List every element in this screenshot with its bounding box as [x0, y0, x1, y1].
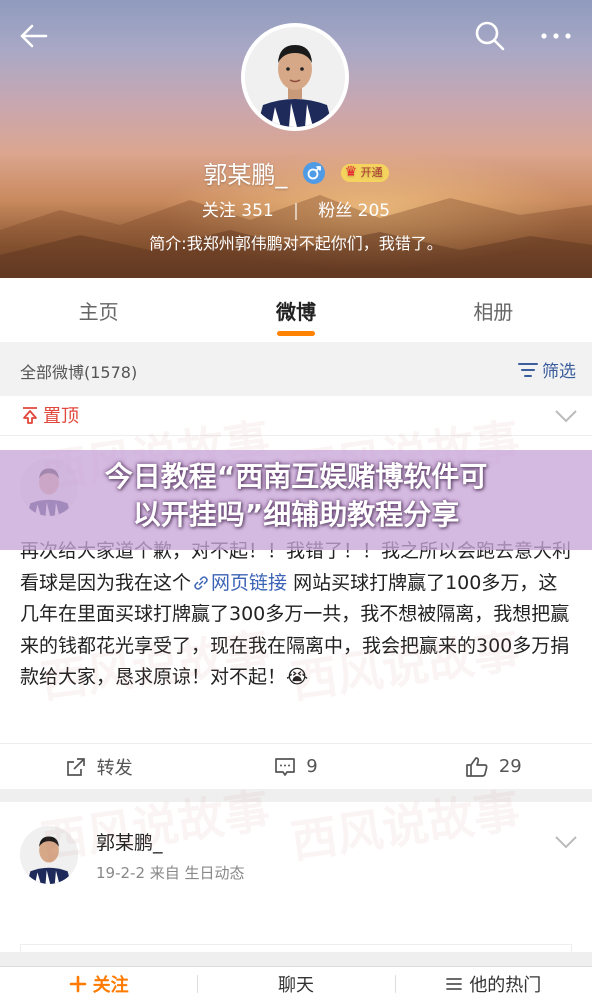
filter-label: 筛选	[542, 362, 576, 382]
search-icon[interactable]	[472, 18, 508, 54]
followers-stat[interactable]: 粉丝 205	[318, 201, 390, 221]
chevron-down-icon[interactable]	[554, 408, 578, 424]
male-gender-icon	[303, 161, 325, 184]
stats-divider: |	[293, 201, 299, 221]
all-posts-label: 全部微博(1578)	[20, 363, 138, 382]
thumbs-up-icon	[466, 756, 488, 777]
followers-label: 粉丝	[318, 201, 353, 221]
post2-meta: 19-2-2 来自 生日动态	[96, 864, 245, 882]
profile-stats: 关注 351 | 粉丝 205	[0, 196, 592, 221]
like-count: 29	[498, 756, 522, 777]
menu-icon	[446, 977, 463, 990]
pinned-tag: 置顶	[20, 402, 79, 428]
overlay-title: 今日教程“西南互娱赌博软件可 以开挂吗”细辅助教程分享	[0, 458, 592, 534]
second-post: 郭某鹏_ 19-2-2 来自 生日动态	[0, 802, 592, 964]
repost-button[interactable]: 转发	[0, 744, 197, 789]
like-button[interactable]: 29	[395, 744, 592, 789]
profile-header: 郭某鹏_ 开通 关注 351 | 粉丝 205 简介:我郑州郭伟鹏对不起你们，我…	[0, 0, 592, 278]
filter-button[interactable]: 筛选	[518, 357, 576, 382]
hot-posts-button[interactable]: 他的热门	[394, 967, 592, 1000]
link-text: 网页链接	[211, 571, 288, 594]
follow-label: 关注	[92, 974, 129, 996]
more-options-icon[interactable]	[538, 18, 574, 54]
followers-count: 205	[357, 201, 391, 221]
tab-home[interactable]: 主页	[0, 278, 197, 342]
following-count: 351	[241, 201, 274, 221]
following-label: 关注	[201, 201, 236, 221]
comment-count: 9	[306, 756, 318, 777]
overlay-title-line1: 今日教程“西南互娱赌博软件可	[104, 460, 488, 493]
link-icon	[194, 575, 208, 590]
chat-button[interactable]: 聊天	[197, 967, 394, 1000]
repost-label: 转发	[96, 757, 133, 779]
profile-name: 郭某鹏_	[203, 161, 288, 189]
web-link[interactable]: 网页链接	[191, 572, 287, 594]
post2-author-avatar[interactable]	[20, 826, 78, 884]
overlay-title-line2: 以开挂吗”细辅助教程分享	[132, 498, 460, 531]
repost-icon	[66, 757, 85, 776]
tab-weibo[interactable]: 微博	[197, 278, 394, 342]
pin-top-icon	[23, 407, 37, 424]
filter-icon	[518, 362, 538, 377]
profile-name-row: 郭某鹏_ 开通	[0, 155, 592, 190]
pinned-label: 置顶	[43, 406, 79, 427]
pinned-header[interactable]: 置顶	[0, 396, 592, 436]
vip-open-badge[interactable]: 开通	[340, 163, 389, 182]
profile-avatar[interactable]	[241, 23, 349, 131]
back-arrow-icon[interactable]	[16, 18, 52, 54]
comment-icon	[275, 757, 296, 776]
plus-icon	[69, 975, 86, 992]
profile-tabs: 主页 微博 相册	[0, 278, 592, 342]
profile-bio: 简介:我郑州郭伟鹏对不起你们，我错了。	[149, 234, 443, 253]
post-body: 再次给大家道个歉，对不起！！我错了！！我之所以会跑去意大利看球是因为我在这个 网页…	[20, 536, 576, 694]
comment-button[interactable]: 9	[197, 744, 394, 789]
tab-album[interactable]: 相册	[395, 278, 592, 342]
crying-emoji-icon: 😭	[286, 666, 309, 688]
bottom-action-bar: 关注 聊天 他的热门	[0, 966, 592, 1000]
follow-button[interactable]: 关注	[0, 967, 197, 1000]
chat-label: 聊天	[277, 974, 314, 996]
filter-bar: 全部微博(1578) 筛选	[0, 342, 592, 396]
post2-chevron-down-icon[interactable]	[554, 834, 578, 850]
hot-posts-label: 他的热门	[469, 974, 542, 996]
following-stat[interactable]: 关注 351	[202, 201, 274, 221]
post2-author-name[interactable]: 郭某鹏_	[96, 828, 163, 855]
post-actions: 转发 9 29	[0, 743, 592, 789]
post2-content-frame	[20, 944, 572, 964]
